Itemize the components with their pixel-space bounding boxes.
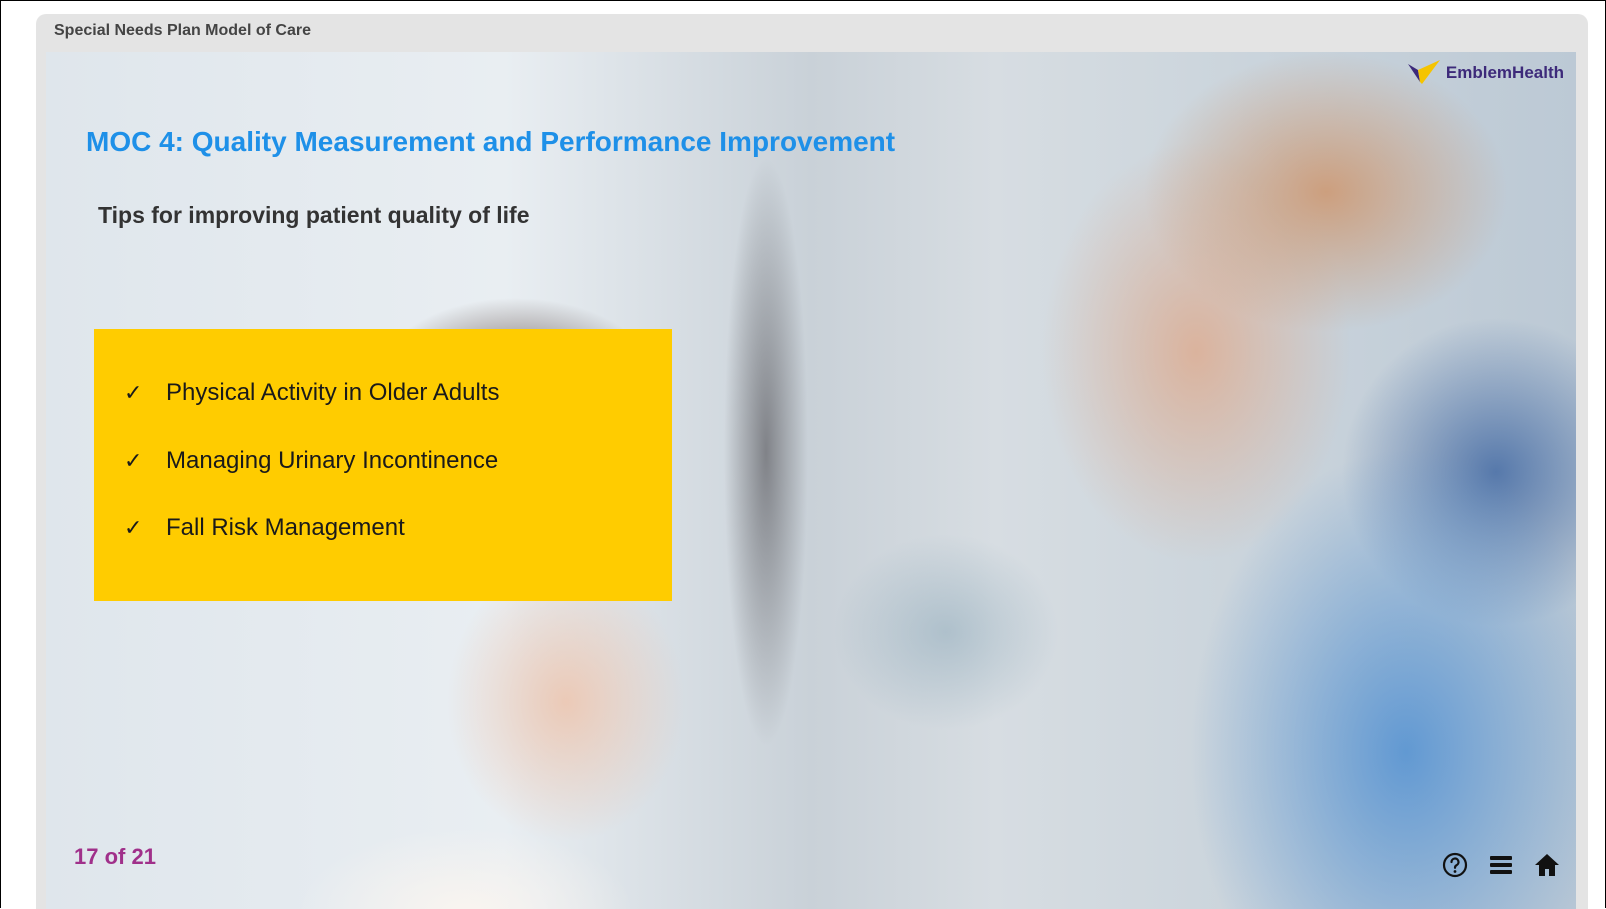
tip-item-fall-risk: ✓ Fall Risk Management (124, 514, 405, 542)
menu-icon (1490, 856, 1512, 874)
tip-label: Managing Urinary Incontinence (166, 447, 499, 474)
emblemhealth-logo: EmblemHealth (1407, 60, 1564, 86)
player-controls (1440, 850, 1562, 880)
slide-subtitle: Tips for improving patient quality of li… (98, 202, 530, 228)
checkmark-icon: ✓ (124, 448, 143, 473)
tip-label: Fall Risk Management (166, 514, 405, 541)
tip-label: Physical Activity in Older Adults (166, 379, 500, 406)
checkmark-icon: ✓ (124, 515, 143, 540)
brand-name: EmblemHealth (1445, 63, 1564, 82)
checkmark-icon: ✓ (124, 380, 143, 405)
menu-button[interactable] (1486, 850, 1516, 880)
page-indicator: 17 of 21 (74, 844, 156, 869)
slide: EmblemHealth MOC 4: Quality Measurement … (46, 52, 1576, 909)
tip-item-urinary-incontinence: ✓ Managing Urinary Incontinence (124, 447, 498, 475)
emblemhealth-check-icon (1407, 60, 1440, 84)
tips-box: ✓ Physical Activity in Older Adults ✓ Ma… (94, 329, 672, 601)
help-circle-icon (1442, 852, 1468, 878)
slide-title: MOC 4: Quality Measurement and Performan… (86, 126, 896, 157)
home-button[interactable] (1532, 850, 1562, 880)
home-icon (1535, 854, 1559, 876)
help-button[interactable] (1440, 850, 1470, 880)
tip-item-physical-activity: ✓ Physical Activity in Older Adults (124, 379, 499, 407)
course-title: Special Needs Plan Model of Care (54, 22, 311, 39)
